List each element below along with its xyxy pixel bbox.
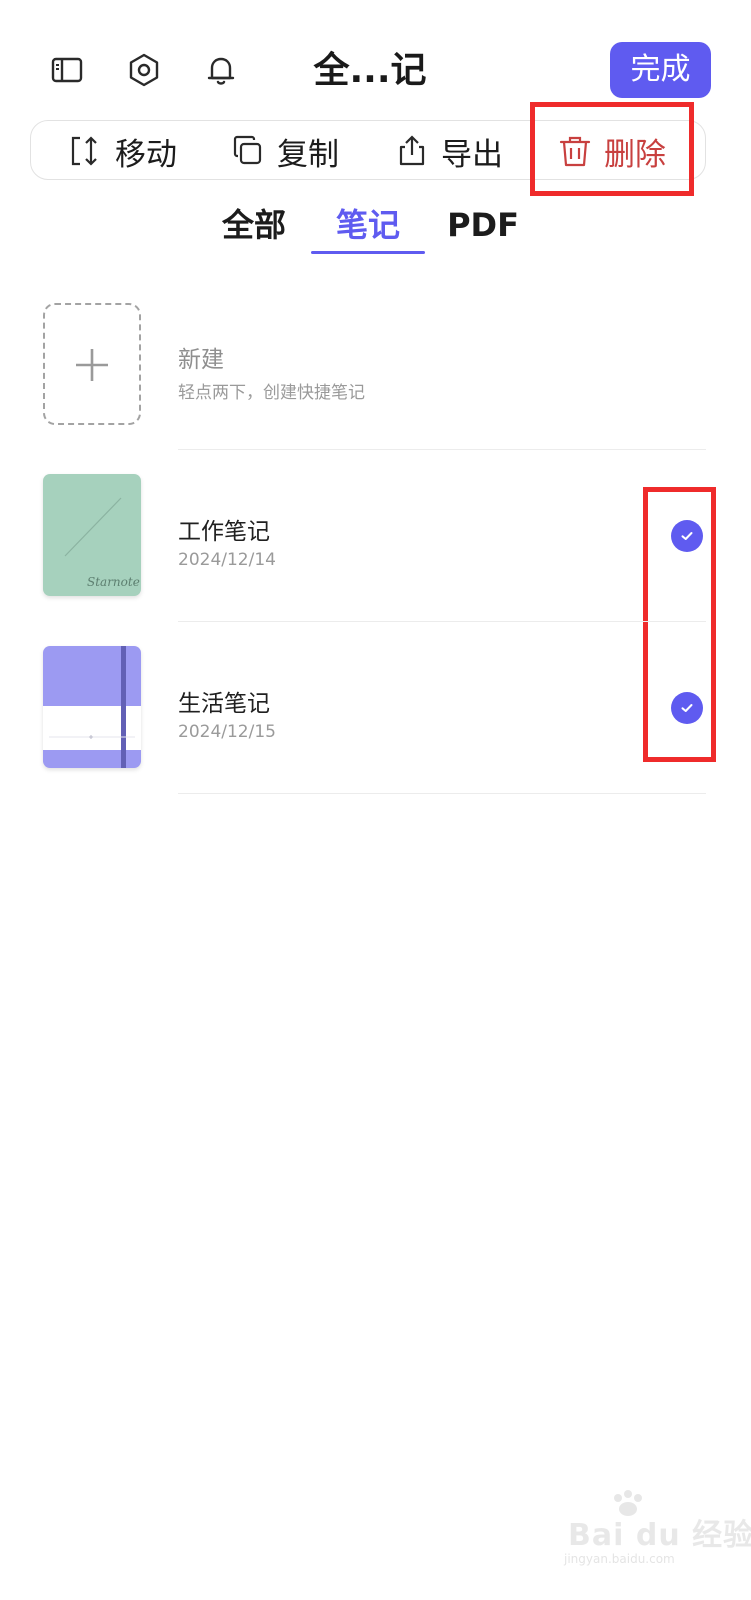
tab-all[interactable]: 全部 xyxy=(212,200,296,250)
list-divider xyxy=(178,449,706,450)
bell-icon xyxy=(207,57,235,85)
new-note-hint: 轻点两下，创建快捷笔记 xyxy=(178,383,365,403)
selection-toolbar: 移动 复制 导出 删除 xyxy=(30,120,706,180)
move-button[interactable]: 移动 xyxy=(69,121,177,181)
delete-button[interactable]: 删除 xyxy=(558,121,666,181)
note-title-life[interactable]: 生活笔记 xyxy=(178,684,270,718)
move-label: 移动 xyxy=(115,136,177,173)
delete-label: 删除 xyxy=(604,136,666,173)
watermark-url: jingyan.baidu.com xyxy=(564,1552,675,1566)
plus-icon xyxy=(75,348,108,381)
note-cover-life[interactable] xyxy=(43,646,141,768)
checkmark-icon xyxy=(681,704,693,712)
trash-icon xyxy=(559,136,591,167)
export-button[interactable]: 导出 xyxy=(395,121,503,181)
cover-script-text: Starnote xyxy=(87,575,140,589)
watermark-brand: Bai du 经验 xyxy=(568,1518,751,1553)
export-icon xyxy=(399,135,425,166)
new-note-button[interactable] xyxy=(43,303,141,425)
notifications-button[interactable] xyxy=(203,52,239,88)
tab-notes[interactable]: 笔记 xyxy=(326,200,410,250)
cover-decoration-icon xyxy=(49,735,135,739)
note-select-check-work[interactable] xyxy=(671,520,703,552)
active-tab-indicator xyxy=(311,251,425,254)
baidu-watermark: Bai du 经验 jingyan.baidu.com xyxy=(562,1488,751,1578)
export-label: 导出 xyxy=(441,136,503,173)
copy-button[interactable]: 复制 xyxy=(231,121,339,181)
copy-label: 复制 xyxy=(277,136,339,173)
note-select-check-life[interactable] xyxy=(671,692,703,724)
done-button[interactable]: 完成 xyxy=(610,42,711,98)
note-cover-work[interactable]: Starnote xyxy=(43,474,141,596)
note-title-work[interactable]: 工作笔记 xyxy=(178,512,270,546)
copy-icon xyxy=(233,135,262,165)
list-divider xyxy=(178,621,706,622)
tab-pdf[interactable]: PDF xyxy=(440,200,526,250)
new-note-title: 新建 xyxy=(178,347,224,373)
note-date-work: 2024/12/14 xyxy=(178,550,276,570)
cover-decoration-icon: Starnote xyxy=(64,497,140,589)
page-title: 全...记 xyxy=(313,50,427,91)
checkmark-icon xyxy=(681,532,693,540)
sidebar-toggle-button[interactable] xyxy=(49,52,85,88)
note-date-life: 2024/12/15 xyxy=(178,722,276,742)
settings-button[interactable] xyxy=(126,52,162,88)
sidebar-icon xyxy=(51,57,83,83)
move-icon xyxy=(71,136,97,166)
settings-hex-icon xyxy=(129,53,159,87)
list-divider xyxy=(178,793,706,794)
